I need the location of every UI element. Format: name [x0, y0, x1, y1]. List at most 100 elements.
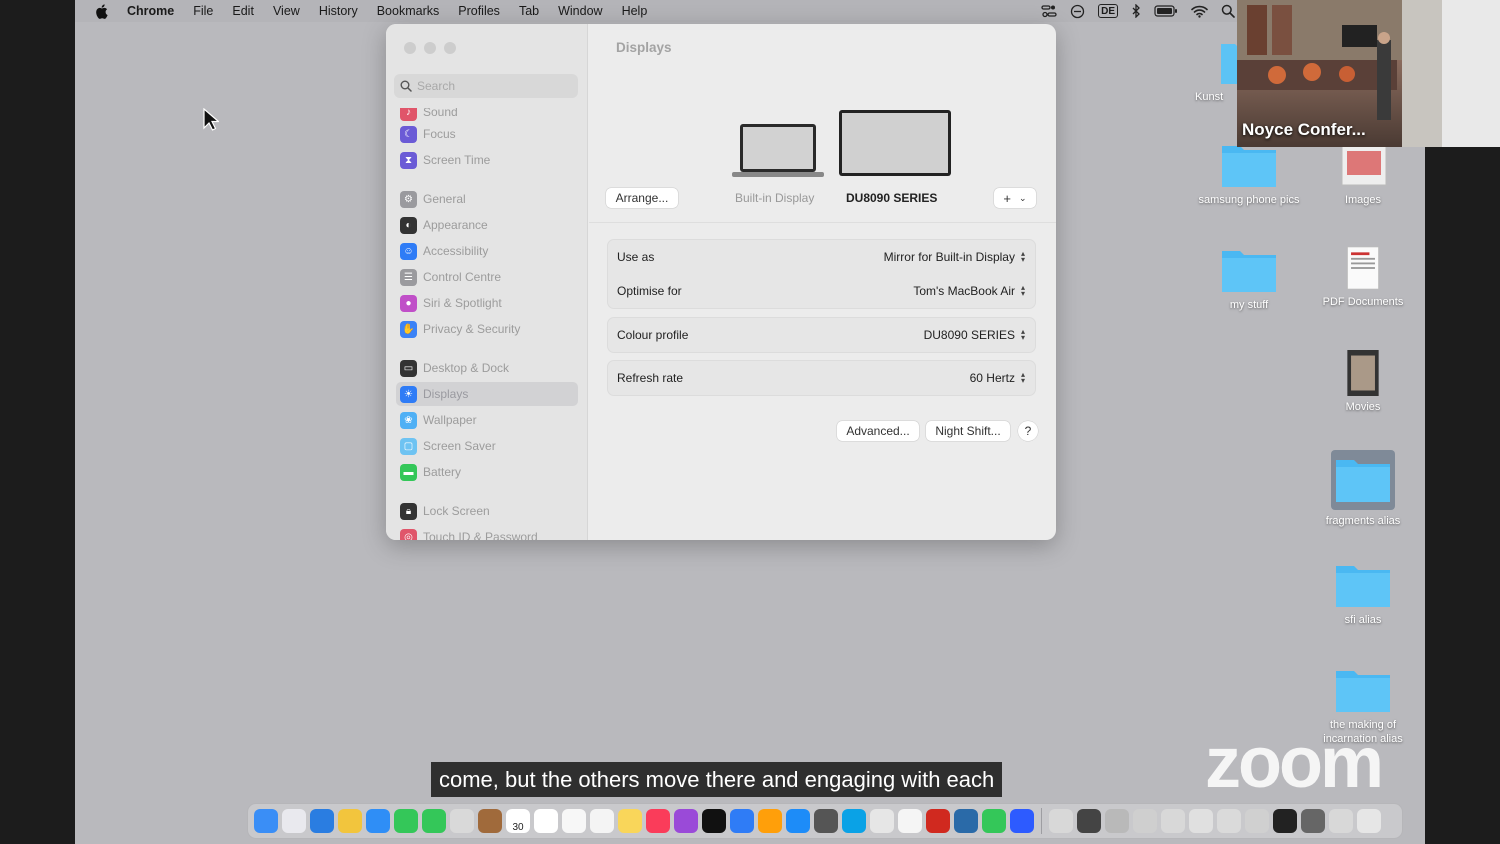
sidebar-search-field[interactable]: Search: [394, 74, 578, 98]
menu-window[interactable]: Window: [558, 4, 602, 18]
dock-app-icon[interactable]: [394, 809, 418, 833]
sidebar-item-siri-spotlight[interactable]: ● Siri & Spotlight: [396, 291, 578, 315]
desktop-alias-sfi[interactable]: sfi alias: [1308, 563, 1418, 627]
dock-app-icon[interactable]: [1161, 809, 1185, 833]
dock-app-icon[interactable]: [450, 809, 474, 833]
sidebar-item-general[interactable]: ⚙ General: [396, 187, 578, 211]
dock-app-icon[interactable]: [758, 809, 782, 833]
dock-calendar-icon[interactable]: 30: [506, 809, 530, 833]
dock-app-icon[interactable]: [478, 809, 502, 833]
dock-app-icon[interactable]: [674, 809, 698, 833]
help-button[interactable]: ?: [1018, 421, 1038, 441]
menu-help[interactable]: Help: [622, 4, 648, 18]
bluetooth-icon[interactable]: [1131, 4, 1141, 18]
sidebar-item-screen-saver[interactable]: ▢ Screen Saver: [396, 434, 578, 458]
mouse-cursor-icon: [203, 108, 219, 131]
dock-app-icon[interactable]: [1273, 809, 1297, 833]
menu-tab[interactable]: Tab: [519, 4, 539, 18]
external-display-icon[interactable]: [837, 108, 953, 178]
dock-app-icon[interactable]: [534, 809, 558, 833]
builtin-display-icon[interactable]: [732, 120, 828, 180]
dock-app-icon[interactable]: [1301, 809, 1325, 833]
dock-app-icon[interactable]: [842, 809, 866, 833]
minimize-window-button[interactable]: [424, 42, 436, 54]
external-display-label[interactable]: DU8090 SERIES: [846, 191, 937, 205]
dock-app-icon[interactable]: [1105, 809, 1129, 833]
dock-app-icon[interactable]: [254, 809, 278, 833]
desktop-item-pdf-documents[interactable]: PDF Documents: [1308, 245, 1418, 309]
desktop-alias-fragments[interactable]: fragments alias: [1308, 450, 1418, 528]
dock-app-icon[interactable]: [926, 809, 950, 833]
dock-app-icon[interactable]: [1133, 809, 1157, 833]
dock-app-icon[interactable]: [1077, 809, 1101, 833]
builtin-display-label[interactable]: Built-in Display: [735, 191, 814, 205]
menu-profiles[interactable]: Profiles: [458, 4, 500, 18]
dock-app-icon[interactable]: [870, 809, 894, 833]
zoom-window-button[interactable]: [444, 42, 456, 54]
dock-app-icon[interactable]: [814, 809, 838, 833]
sidebar-item-displays[interactable]: ☀ Displays: [396, 382, 578, 406]
sidebar-item-wallpaper[interactable]: ❀ Wallpaper: [396, 408, 578, 432]
dock-app-icon[interactable]: [1189, 809, 1213, 833]
sidebar-item-desktop-dock[interactable]: ▭ Desktop & Dock: [396, 356, 578, 380]
dock-app-icon[interactable]: [618, 809, 642, 833]
sidebar-item-screen-time[interactable]: ⧗ Screen Time: [396, 148, 578, 172]
optimise-for-row[interactable]: Optimise for Tom's MacBook Air ▴ ▾: [608, 274, 1035, 308]
night-shift-button[interactable]: Night Shift...: [926, 421, 1010, 441]
apple-menu-icon[interactable]: [95, 3, 113, 19]
dock-app-icon[interactable]: [590, 809, 614, 833]
add-display-button[interactable]: + ⌄: [994, 188, 1036, 208]
dock-app-icon[interactable]: [1010, 809, 1034, 833]
refresh-rate-row[interactable]: Refresh rate 60 Hertz ▴ ▾: [608, 361, 1035, 395]
sidebar-item-touch-id[interactable]: ◎ Touch ID & Password: [396, 525, 578, 540]
menu-edit[interactable]: Edit: [232, 4, 254, 18]
dock-app-icon[interactable]: [646, 809, 670, 833]
settings-sidebar: Search ♪ Sound ☾ Focus ⧗ Screen Time ⚙ Gener…: [386, 24, 588, 540]
dock-app-icon[interactable]: [954, 809, 978, 833]
dock-app-icon[interactable]: [1217, 809, 1241, 833]
menu-view[interactable]: View: [273, 4, 300, 18]
participant-video-tile[interactable]: Noyce Confer...: [1237, 0, 1442, 147]
control-center-icon[interactable]: [1041, 4, 1057, 18]
sidebar-item-appearance[interactable]: ◐ Appearance: [396, 213, 578, 237]
menu-app-name[interactable]: Chrome: [127, 4, 174, 18]
sidebar-item-lock-screen[interactable]: 🔒︎ Lock Screen: [396, 499, 578, 523]
advanced-button[interactable]: Advanced...: [837, 421, 919, 441]
menu-bookmarks[interactable]: Bookmarks: [377, 4, 440, 18]
dock-app-icon[interactable]: [1357, 809, 1381, 833]
dock-app-icon[interactable]: [982, 809, 1006, 833]
menu-history[interactable]: History: [319, 4, 358, 18]
desktop-item-movies[interactable]: Movies: [1308, 350, 1418, 414]
dock-app-icon[interactable]: [1245, 809, 1269, 833]
sidebar-item-battery[interactable]: ▬ Battery: [396, 460, 578, 484]
close-window-button[interactable]: [404, 42, 416, 54]
desktop-folder-samsung-phone-pics[interactable]: samsung phone pics: [1194, 143, 1304, 207]
sidebar-item-focus[interactable]: ☾ Focus: [396, 122, 578, 146]
desktop-folder-my-stuff[interactable]: my stuff: [1194, 248, 1304, 312]
dock-app-icon[interactable]: [310, 809, 334, 833]
dock-app-icon[interactable]: [1049, 809, 1073, 833]
sidebar-item-privacy-security[interactable]: ✋ Privacy & Security: [396, 317, 578, 341]
use-as-row[interactable]: Use as Mirror for Built-in Display ▴ ▾: [608, 240, 1035, 274]
dock-app-icon[interactable]: [422, 809, 446, 833]
dock-app-icon[interactable]: [366, 809, 390, 833]
spotlight-search-icon[interactable]: [1221, 4, 1235, 18]
sidebar-item-accessibility[interactable]: ☺ Accessibility: [396, 239, 578, 263]
desktop-item-images[interactable]: Images: [1308, 143, 1418, 207]
wifi-icon[interactable]: [1191, 5, 1208, 18]
battery-icon[interactable]: [1154, 5, 1178, 17]
dock-app-icon[interactable]: [898, 809, 922, 833]
colour-profile-row[interactable]: Colour profile DU8090 SERIES ▴ ▾: [608, 318, 1035, 352]
dock-app-icon[interactable]: [562, 809, 586, 833]
sidebar-item-control-centre[interactable]: ☰ Control Centre: [396, 265, 578, 289]
dock-app-icon[interactable]: [702, 809, 726, 833]
dock-app-icon[interactable]: [1329, 809, 1353, 833]
focus-moon-icon[interactable]: [1070, 4, 1085, 19]
arrange-button[interactable]: Arrange...: [606, 188, 678, 208]
dock-app-icon[interactable]: [282, 809, 306, 833]
dock-app-icon[interactable]: [338, 809, 362, 833]
menu-file[interactable]: File: [193, 4, 213, 18]
dock-app-icon[interactable]: [786, 809, 810, 833]
dock-app-icon[interactable]: [730, 809, 754, 833]
input-source-badge[interactable]: DE: [1098, 4, 1118, 18]
